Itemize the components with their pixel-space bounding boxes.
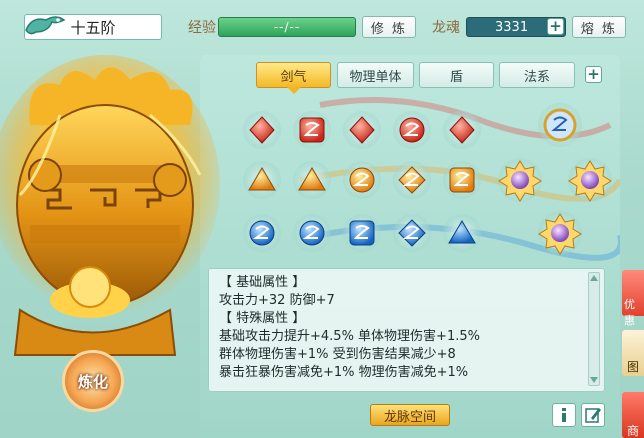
tab-magic[interactable]: 法系 xyxy=(499,62,575,88)
stage-title: 十五阶 xyxy=(70,18,116,37)
gem-red-4[interactable] xyxy=(393,111,431,149)
gem-red-2[interactable] xyxy=(293,111,331,149)
cultivate-button[interactable]: 修 炼 xyxy=(362,16,416,38)
gem-orange-2[interactable] xyxy=(293,161,331,199)
dragon-vein-space-button[interactable]: 龙脉空间 xyxy=(370,404,450,426)
gem-special-4[interactable] xyxy=(538,211,582,255)
basic-attributes-header: 【 基础属性 】 xyxy=(219,275,306,290)
gem-blue-3[interactable] xyxy=(343,214,381,252)
tab-sword-qi[interactable]: 剑气 xyxy=(256,62,331,88)
exp-label: 经验 xyxy=(188,20,216,36)
special-attribute-line: 群体物理伤害+1% 受到伤害结果减少+8 xyxy=(219,347,456,362)
refine-button[interactable]: 炼化 xyxy=(62,350,124,412)
dragon-soul-label: 龙魂 xyxy=(432,20,460,36)
tab-label: 法系 xyxy=(523,69,550,85)
gem-orange-1[interactable] xyxy=(243,161,281,199)
gem-blue-1[interactable] xyxy=(243,214,281,252)
add-dragon-soul-button[interactable]: + xyxy=(547,18,564,35)
tab-label: 盾 xyxy=(449,69,463,85)
special-attribute-line: 基础攻击力提升+4.5% 单体物理伤害+1.5% xyxy=(219,329,480,344)
side-tab-label: 优惠 xyxy=(624,298,635,327)
dragon-soul-value: 3331 xyxy=(495,19,529,35)
gem-orange-5[interactable] xyxy=(443,161,481,199)
exp-progress-bar: --/-- xyxy=(218,17,356,37)
info-button[interactable] xyxy=(552,403,576,427)
refine-button-label: 炼化 xyxy=(77,372,108,391)
gem-special-2[interactable] xyxy=(498,158,542,202)
gem-blue-4[interactable] xyxy=(393,214,431,252)
tab-label: 物理单体 xyxy=(349,69,402,85)
dragon-vein-space-label: 龙脉空间 xyxy=(383,409,436,425)
gem-grid xyxy=(243,97,620,261)
side-tab-map[interactable]: 图 xyxy=(622,330,644,376)
gem-orange-3[interactable] xyxy=(343,161,381,199)
gem-special-3[interactable] xyxy=(568,158,612,202)
info-icon xyxy=(562,408,566,422)
side-tab-shop[interactable]: 商 xyxy=(622,392,644,438)
edit-button[interactable] xyxy=(581,403,605,427)
dragon-emblem-icon xyxy=(25,16,66,35)
scroll-down-icon[interactable] xyxy=(589,376,599,384)
tab-label: 剑气 xyxy=(280,69,307,85)
smelt-button-label: 熔 炼 xyxy=(580,21,618,37)
gem-red-5[interactable] xyxy=(443,111,481,149)
basic-attributes-line: 攻击力+32 防御+7 xyxy=(219,293,335,308)
exp-value: --/-- xyxy=(273,20,301,34)
scroll-up-icon[interactable] xyxy=(589,274,599,282)
tab-physical-single[interactable]: 物理单体 xyxy=(337,62,414,88)
active-tab-pointer xyxy=(287,87,301,94)
gem-blue-2[interactable] xyxy=(293,214,331,252)
cultivate-button-label: 修 炼 xyxy=(370,21,408,37)
attribute-scrollbar[interactable] xyxy=(588,272,600,386)
gem-red-1[interactable] xyxy=(243,111,281,149)
edit-icon xyxy=(585,408,601,423)
gem-blue-5[interactable] xyxy=(443,214,481,252)
smelt-button[interactable]: 熔 炼 xyxy=(572,16,626,38)
add-tab-button[interactable]: + xyxy=(585,66,602,83)
gem-orange-4[interactable] xyxy=(393,161,431,199)
side-tab-label: 商 xyxy=(627,424,640,438)
gem-red-3[interactable] xyxy=(343,111,381,149)
special-attribute-line: 暴击狂暴伤害减免+1% 物理伤害减免+1% xyxy=(219,365,469,380)
dragon-cauldron-artwork xyxy=(0,55,220,356)
gem-special-1[interactable] xyxy=(538,103,582,147)
side-tab-label: 图 xyxy=(627,360,640,374)
tab-shield[interactable]: 盾 xyxy=(419,62,494,88)
special-attributes-header: 【 特殊属性 】 xyxy=(219,311,306,326)
side-tab-offer[interactable]: 优惠 xyxy=(622,270,644,327)
game-screen: 十五阶 经验 --/-- 修 炼 龙魂 3331 + 熔 炼 剑气 物理单体 盾… xyxy=(0,0,644,438)
attribute-panel: 【 基础属性 】 攻击力+32 防御+7 【 特殊属性 】 基础攻击力提升+4.… xyxy=(208,268,605,392)
